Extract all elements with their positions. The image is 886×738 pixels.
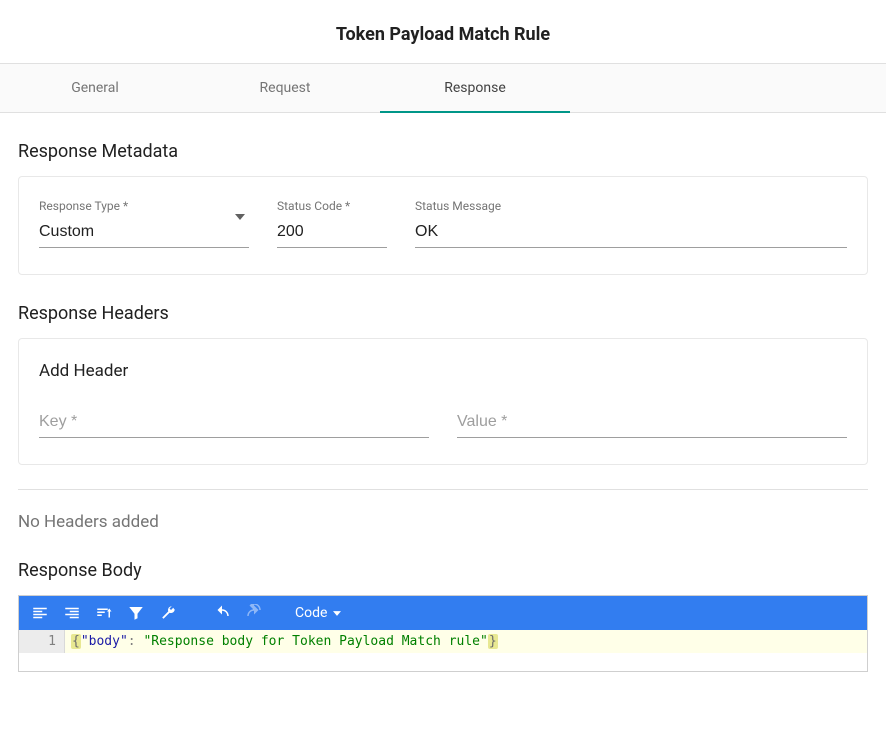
response-metadata-card: Response Type * Status Code * Status Mes… bbox=[18, 176, 868, 275]
tab-general[interactable]: General bbox=[0, 64, 190, 112]
code-open-brace: { bbox=[71, 634, 81, 649]
editor-gutter: 1 bbox=[19, 630, 65, 653]
response-type-field: Response Type * bbox=[39, 199, 249, 248]
format-align-right-icon[interactable] bbox=[63, 604, 81, 622]
editor-mode-dropdown[interactable]: Code bbox=[295, 605, 341, 621]
code-close-brace: } bbox=[488, 634, 498, 649]
format-align-left-icon[interactable] bbox=[31, 604, 49, 622]
response-metadata-title: Response Metadata bbox=[18, 141, 868, 162]
header-key-field bbox=[39, 409, 429, 438]
status-message-label: Status Message bbox=[415, 199, 847, 213]
header-value-input[interactable] bbox=[457, 409, 847, 438]
no-headers-text: No Headers added bbox=[18, 512, 868, 532]
editor-toolbar: Code bbox=[19, 596, 867, 630]
response-type-label: Response Type * bbox=[39, 199, 249, 213]
editor-mode-label: Code bbox=[295, 605, 327, 621]
response-headers-title: Response Headers bbox=[18, 303, 868, 324]
status-message-field: Status Message bbox=[415, 199, 847, 248]
tab-request[interactable]: Request bbox=[190, 64, 380, 112]
editor-tail bbox=[19, 653, 867, 671]
undo-icon[interactable] bbox=[213, 604, 231, 622]
tabs: General Request Response bbox=[0, 63, 886, 113]
response-headers-section: Response Headers Add Header bbox=[0, 303, 886, 465]
editor-code-area[interactable]: {"body": "Response body for Token Payloa… bbox=[65, 630, 867, 653]
tab-response[interactable]: Response bbox=[380, 64, 570, 112]
add-header-title: Add Header bbox=[39, 361, 847, 381]
code-value: "Response body for Token Payload Match r… bbox=[143, 634, 487, 649]
response-body-section: Response Body bbox=[0, 560, 886, 672]
redo-icon[interactable] bbox=[245, 604, 263, 622]
wrench-icon[interactable] bbox=[159, 604, 177, 622]
line-number: 1 bbox=[19, 634, 56, 649]
response-type-select[interactable] bbox=[39, 219, 249, 248]
response-body-title: Response Body bbox=[18, 560, 868, 581]
page-title: Token Payload Match Rule bbox=[0, 0, 886, 63]
status-code-input[interactable] bbox=[277, 219, 387, 248]
code-colon: : bbox=[128, 634, 144, 649]
add-header-card: Add Header bbox=[18, 338, 868, 465]
filter-icon[interactable] bbox=[127, 604, 145, 622]
status-code-label: Status Code * bbox=[277, 199, 387, 213]
status-message-input[interactable] bbox=[415, 219, 847, 248]
headers-empty-section: No Headers added bbox=[0, 512, 886, 532]
caret-down-icon bbox=[333, 611, 341, 616]
status-code-field: Status Code * bbox=[277, 199, 387, 248]
header-value-field bbox=[457, 409, 847, 438]
editor-body: 1 {"body": "Response body for Token Payl… bbox=[19, 630, 867, 653]
code-editor: Code 1 {"body": "Response body for Token… bbox=[18, 595, 868, 672]
divider bbox=[18, 489, 868, 490]
header-key-input[interactable] bbox=[39, 409, 429, 438]
sort-icon[interactable] bbox=[95, 604, 113, 622]
code-key: "body" bbox=[81, 634, 128, 649]
response-metadata-section: Response Metadata Response Type * Status… bbox=[0, 141, 886, 275]
